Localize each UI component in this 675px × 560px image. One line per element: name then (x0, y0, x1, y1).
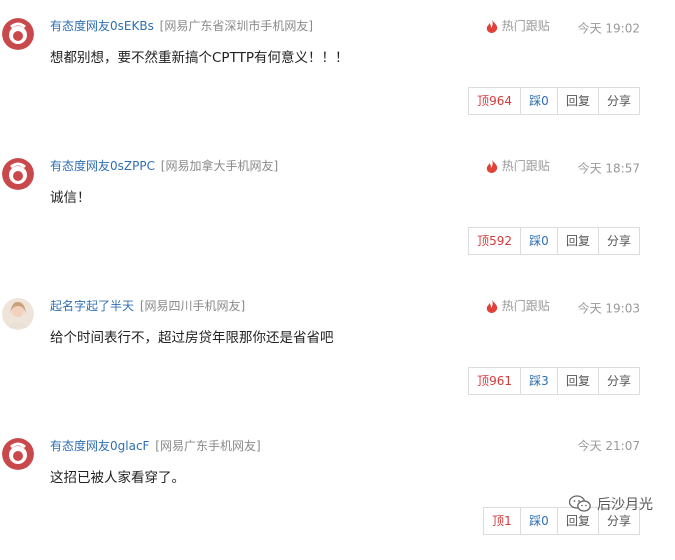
comment-item: 有态度网友0sEKBs [网易广东省深圳市手机网友] 热门跟贴 今天 19:02… (0, 0, 675, 140)
reply-button[interactable]: 回复 (556, 367, 599, 395)
downvote-button[interactable]: 踩0 (519, 507, 558, 535)
comment-text: 给个时间表行不，超过房贷年限那你还是省省吧 (50, 330, 334, 346)
comment-actions: 顶592 踩0 回复 分享 (468, 227, 640, 255)
comment-actions: 顶961 踩3 回复 分享 (468, 367, 640, 395)
upvote-button[interactable]: 顶964 (468, 87, 521, 115)
comment-text: 想都别想，要不然重新搞个CPTTP有何意义！！！ (50, 50, 349, 66)
comment-time: 今天 21:07 (577, 439, 640, 453)
reply-button[interactable]: 回复 (556, 227, 599, 255)
upvote-button[interactable]: 顶1 (482, 507, 521, 535)
share-button[interactable]: 分享 (597, 367, 640, 395)
hot-label: 热门跟贴 (501, 19, 550, 33)
comment-author[interactable]: 有态度网友0sZPPC (50, 159, 155, 173)
avatar[interactable] (2, 158, 34, 190)
downvote-button[interactable]: 踩0 (519, 87, 558, 115)
fire-icon (486, 18, 497, 33)
hot-badge: 热门跟贴 (486, 157, 550, 174)
hot-badge: 热门跟贴 (486, 17, 550, 34)
comment-actions: 顶964 踩0 回复 分享 (468, 87, 640, 115)
comment-time: 今天 18:57 (577, 161, 640, 176)
netease-avatar-icon (2, 18, 34, 50)
share-button[interactable]: 分享 (597, 227, 640, 255)
comment-location: [网易广东省深圳市手机网友] (159, 19, 314, 33)
netease-avatar-icon (2, 438, 34, 470)
share-button[interactable]: 分享 (597, 87, 640, 115)
comment-text: 这招已被人家看穿了。 (50, 470, 185, 486)
fire-icon (486, 298, 497, 313)
comment-item: 起名字起了半天 [网易四川手机网友] 热门跟贴 今天 19:03 给个时间表行不… (0, 280, 675, 420)
hot-label: 热门跟贴 (501, 299, 550, 313)
reply-button[interactable]: 回复 (556, 87, 599, 115)
comment-text: 诚信！ (50, 190, 91, 206)
comment-item: 有态度网友0glacF [网易广东手机网友] 今天 21:07 这招已被人家看穿… (0, 420, 675, 560)
comment-author[interactable]: 有态度网友0sEKBs (50, 19, 154, 33)
wechat-icon (569, 495, 591, 512)
avatar[interactable] (2, 18, 34, 50)
hot-label: 热门跟贴 (501, 159, 550, 173)
upvote-button[interactable]: 顶961 (468, 367, 521, 395)
avatar[interactable] (2, 298, 34, 330)
watermark-label: 后沙月光 (597, 497, 653, 513)
downvote-button[interactable]: 踩0 (519, 227, 558, 255)
comment-location: [网易四川手机网友] (139, 299, 246, 313)
netease-avatar-icon (2, 158, 34, 190)
comment-author[interactable]: 有态度网友0glacF (50, 439, 149, 453)
downvote-button[interactable]: 踩3 (519, 367, 558, 395)
comment-time: 今天 19:02 (577, 21, 640, 36)
user-photo-avatar-icon (2, 298, 34, 330)
comment-time: 今天 19:03 (577, 301, 640, 316)
avatar[interactable] (2, 438, 34, 470)
comment-location: [网易加拿大手机网友] (160, 159, 279, 173)
hot-badge: 热门跟贴 (486, 297, 550, 314)
watermark: 后沙月光 (569, 494, 653, 514)
fire-icon (486, 158, 497, 173)
comment-item: 有态度网友0sZPPC [网易加拿大手机网友] 热门跟贴 今天 18:57 诚信… (0, 140, 675, 280)
comment-location: [网易广东手机网友] (155, 439, 261, 453)
upvote-button[interactable]: 顶592 (468, 227, 521, 255)
comment-author[interactable]: 起名字起了半天 (50, 299, 134, 313)
